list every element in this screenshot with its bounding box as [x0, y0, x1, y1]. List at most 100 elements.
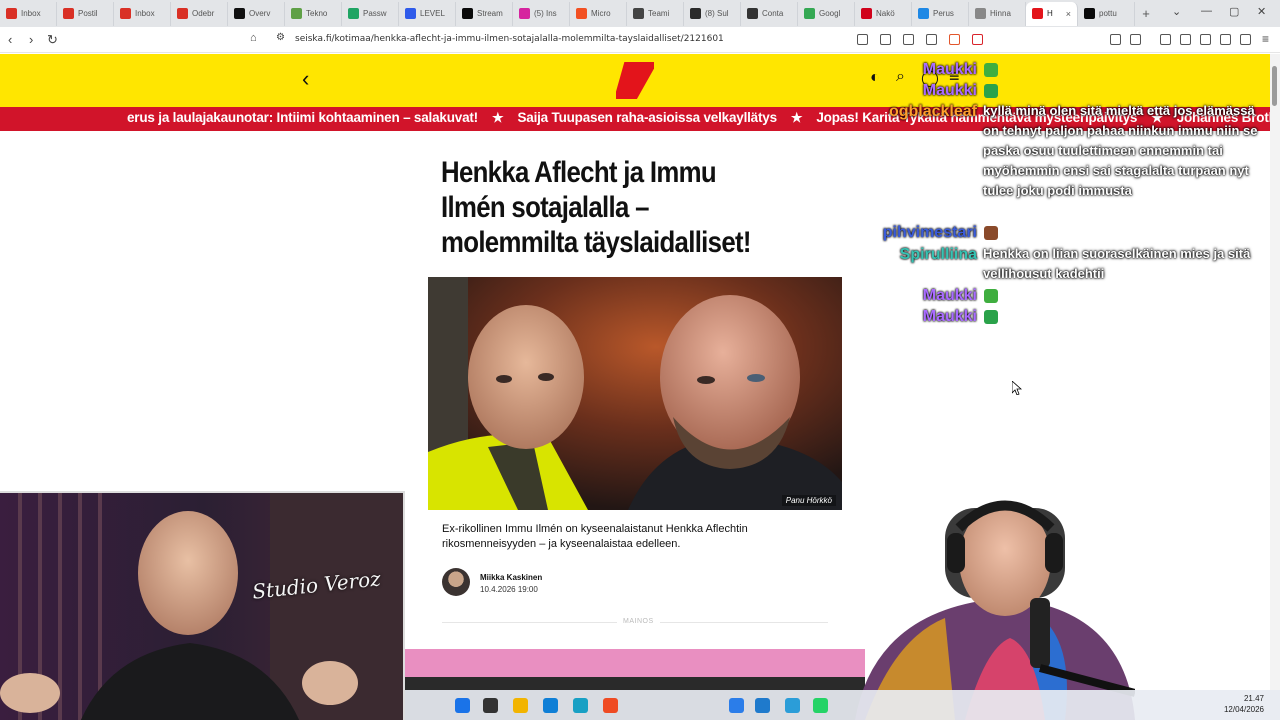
browser-tab[interactable]: Inbox — [0, 1, 57, 26]
rewards-icon[interactable] — [972, 34, 983, 45]
media-icon[interactable] — [1160, 34, 1171, 45]
close-tab-icon[interactable]: × — [1066, 9, 1071, 19]
browser-tab[interactable]: Overv — [228, 1, 285, 26]
tab-favicon-icon — [348, 8, 359, 19]
chat-username[interactable]: Maukki — [857, 61, 977, 79]
tab-label: Teami — [648, 9, 670, 18]
guest-webcam: Studio Veroz — [0, 491, 405, 720]
chat-username[interactable]: Maukki — [857, 82, 977, 100]
address-bar[interactable]: seiska.fi/kotimaa/henkka-aflecht-ja-immu… — [295, 34, 724, 44]
extensions-icon[interactable] — [1110, 34, 1121, 45]
tab-label: Conta — [762, 9, 784, 18]
article-hero-image[interactable]: Panu Hörkkö — [428, 277, 842, 510]
browser-tab[interactable]: Teami — [627, 1, 684, 26]
screen: Inbox Postil Inbox Odebr Overv Tekno Passw LEVE… — [0, 0, 1280, 720]
ticker-headline[interactable]: Saija Tuupasen raha-asioissa velkaylläty… — [517, 110, 777, 125]
tab-label: Stream — [477, 9, 503, 18]
task-view-icon[interactable] — [483, 698, 498, 713]
leo-icon[interactable] — [1220, 34, 1231, 45]
wallet-icon[interactable] — [1200, 34, 1211, 45]
tab-favicon-icon — [6, 8, 17, 19]
author-name[interactable]: Miikka Kaskinen — [480, 573, 542, 582]
browser-tab[interactable]: (5) Ins — [513, 1, 570, 26]
browser-tab[interactable]: pottu — [1078, 1, 1135, 26]
article-headline: Henkka Aflecht ja Immu Ilmén sotajalalla… — [441, 156, 751, 259]
chat-username[interactable]: ogblackleaf — [857, 103, 977, 121]
notepad-icon[interactable] — [785, 698, 800, 713]
chat-username[interactable]: Spirulliina — [857, 246, 977, 264]
start-icon[interactable] — [455, 698, 470, 713]
site-info-icon[interactable]: ⚙ — [276, 32, 285, 43]
tab-label: (8) Sul — [705, 9, 729, 18]
browser-tab[interactable]: H × — [1026, 1, 1078, 26]
browser-tab-strip: Inbox Postil Inbox Odebr Overv Tekno Passw LEVE… — [0, 0, 1280, 27]
chat-username[interactable]: Maukki — [857, 287, 977, 305]
ticker-headline[interactable]: erus ja laulajakaunotar: Intiimi kohtaam… — [127, 110, 478, 125]
tab-label: Perus — [933, 9, 954, 18]
tab-label: Inbox — [21, 9, 41, 18]
back-arrow-icon[interactable]: ‹ — [302, 66, 309, 92]
browser-tab[interactable]: Hinna — [969, 1, 1026, 26]
tab-favicon-icon — [120, 8, 131, 19]
close-window-icon[interactable]: ✕ — [1257, 5, 1266, 18]
browser-tab[interactable]: LEVEL — [399, 1, 456, 26]
chat-username[interactable]: Maukki — [857, 308, 977, 326]
browser-tab[interactable]: Nakö — [855, 1, 912, 26]
reader-icon[interactable] — [903, 34, 914, 45]
reading-list-icon[interactable] — [1180, 34, 1191, 45]
brave-icon[interactable] — [603, 698, 618, 713]
browser-tab[interactable]: Micro — [570, 1, 627, 26]
menu-icon[interactable]: ≡ — [1262, 32, 1269, 46]
tab-label: Overv — [249, 9, 271, 18]
browser-tab[interactable]: Conta — [741, 1, 798, 26]
sidebar-icon[interactable] — [1130, 34, 1141, 45]
tab-label: Googl — [819, 9, 841, 18]
tab-label: LEVEL — [420, 9, 445, 18]
browser-tab[interactable]: Postil — [57, 1, 114, 26]
chat-emote-icon — [984, 226, 998, 240]
maximize-icon[interactable]: ▢ — [1229, 5, 1239, 18]
browser-tab[interactable]: Odebr — [171, 1, 228, 26]
article-lead: Ex-rikollinen Immu Ilmén on kyseenalaist… — [442, 523, 748, 550]
ad-banner[interactable] — [405, 649, 865, 677]
bookmark-icon[interactable]: ⌂ — [250, 32, 257, 44]
minimize-icon[interactable]: — — [1201, 5, 1212, 17]
translate-icon[interactable] — [857, 34, 868, 45]
scrollbar-thumb[interactable] — [1272, 66, 1277, 106]
whatsapp-icon[interactable] — [813, 698, 828, 713]
vscode-icon[interactable] — [755, 698, 770, 713]
forward-icon[interactable]: › — [29, 32, 33, 47]
tab-favicon-icon — [690, 8, 701, 19]
vpn-icon[interactable] — [1240, 34, 1251, 45]
browser-tab[interactable]: Perus — [912, 1, 969, 26]
browser-tab[interactable]: Googl — [798, 1, 855, 26]
system-clock[interactable]: 21.47 12/04/2026 — [1224, 693, 1264, 715]
browser-tab[interactable]: (8) Sul — [684, 1, 741, 26]
site-header: ‹ ◐ ⌕ ◯ ≡ — [0, 54, 1270, 107]
seiska-logo[interactable] — [616, 62, 654, 99]
browser-tab[interactable]: Passw — [342, 1, 399, 26]
tab-label: Passw — [363, 9, 387, 18]
cast-icon[interactable] — [880, 34, 891, 45]
author-avatar[interactable] — [442, 568, 470, 596]
brave-shield-icon[interactable] — [949, 34, 960, 45]
back-icon[interactable]: ‹ — [8, 32, 12, 47]
tab-label: (5) Ins — [534, 9, 557, 18]
chat-message: kyllä minä olen sitä mieltä että jos elä… — [983, 103, 1258, 198]
tab-search-icon[interactable]: ⌄ — [1172, 5, 1181, 18]
app-icon[interactable] — [573, 698, 588, 713]
file-explorer-icon[interactable] — [513, 698, 528, 713]
tab-label: Odebr — [192, 9, 215, 18]
browser-tab[interactable]: Stream — [456, 1, 513, 26]
browser-tab[interactable]: Inbox — [114, 1, 171, 26]
tab-favicon-icon — [633, 8, 644, 19]
clock-time: 21.47 — [1243, 694, 1264, 703]
edge-icon[interactable] — [543, 698, 558, 713]
new-tab-button[interactable]: + — [1135, 6, 1157, 21]
browser-tab[interactable]: Tekno — [285, 1, 342, 26]
ticker-star-icon: ★ — [491, 110, 504, 125]
share-icon[interactable] — [926, 34, 937, 45]
telegram-icon[interactable] — [729, 698, 744, 713]
reload-icon[interactable]: ↻ — [47, 32, 58, 48]
chat-username[interactable]: pihvimestari — [857, 224, 977, 242]
